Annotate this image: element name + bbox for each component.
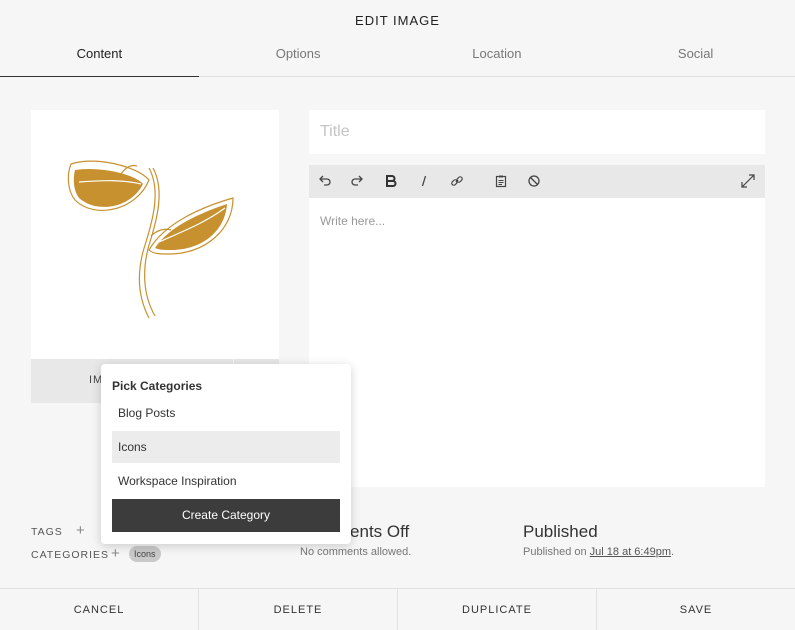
comments-status-subtitle: No comments allowed. <box>300 546 412 558</box>
create-category-button[interactable]: Create Category <box>112 499 340 532</box>
tab-content[interactable]: Content <box>0 30 199 77</box>
modal-header: EDIT IMAGE Content Options Location Soci… <box>0 0 795 77</box>
clear-format-icon[interactable] <box>524 171 544 191</box>
footer-actions: CANCEL DELETE DUPLICATE SAVE <box>0 588 795 630</box>
published-suffix: . <box>671 546 675 558</box>
tab-options[interactable]: Options <box>199 30 398 77</box>
save-button[interactable]: SAVE <box>597 589 795 630</box>
tab-social[interactable]: Social <box>596 30 795 77</box>
published-prefix: Published on <box>523 546 590 558</box>
add-tag-button[interactable]: + <box>76 523 85 538</box>
add-category-button[interactable]: + <box>111 546 120 561</box>
category-picker-popover: Pick Categories Blog Posts Icons Workspa… <box>101 364 351 544</box>
category-option-workspace-inspiration[interactable]: Workspace Inspiration <box>112 465 340 497</box>
tab-bar: Content Options Location Social <box>0 30 795 77</box>
undo-icon[interactable] <box>315 171 335 191</box>
category-option-blog-posts[interactable]: Blog Posts <box>112 397 340 429</box>
editor-toolbar <box>309 165 765 198</box>
tags-label: TAGS <box>31 526 63 538</box>
clipboard-icon[interactable] <box>491 171 511 191</box>
body-editor[interactable]: Write here... <box>309 198 765 487</box>
category-picker-title: Pick Categories <box>112 379 203 393</box>
sprout-image <box>67 160 234 318</box>
dialog-title: EDIT IMAGE <box>355 13 440 28</box>
publish-date-link[interactable]: Jul 18 at 6:49pm <box>590 546 671 558</box>
link-icon[interactable] <box>447 171 467 191</box>
duplicate-button[interactable]: DUPLICATE <box>398 589 597 630</box>
redo-icon[interactable] <box>347 171 367 191</box>
expand-icon[interactable] <box>738 171 758 191</box>
editor-placeholder: Write here... <box>320 214 386 228</box>
bold-icon[interactable] <box>381 171 401 191</box>
tab-location[interactable]: Location <box>398 30 597 77</box>
image-preview[interactable] <box>31 110 279 359</box>
category-option-icons[interactable]: Icons <box>112 431 340 463</box>
italic-icon[interactable] <box>414 171 434 191</box>
categories-label: CATEGORIES <box>31 549 110 561</box>
publish-status-subtitle: Published on Jul 18 at 6:49pm. <box>523 546 674 558</box>
delete-button[interactable]: DELETE <box>199 589 398 630</box>
category-chip[interactable]: Icons <box>129 546 161 562</box>
publish-status-title: Published <box>523 522 598 541</box>
cancel-button[interactable]: CANCEL <box>0 589 199 630</box>
title-input[interactable] <box>309 110 765 154</box>
